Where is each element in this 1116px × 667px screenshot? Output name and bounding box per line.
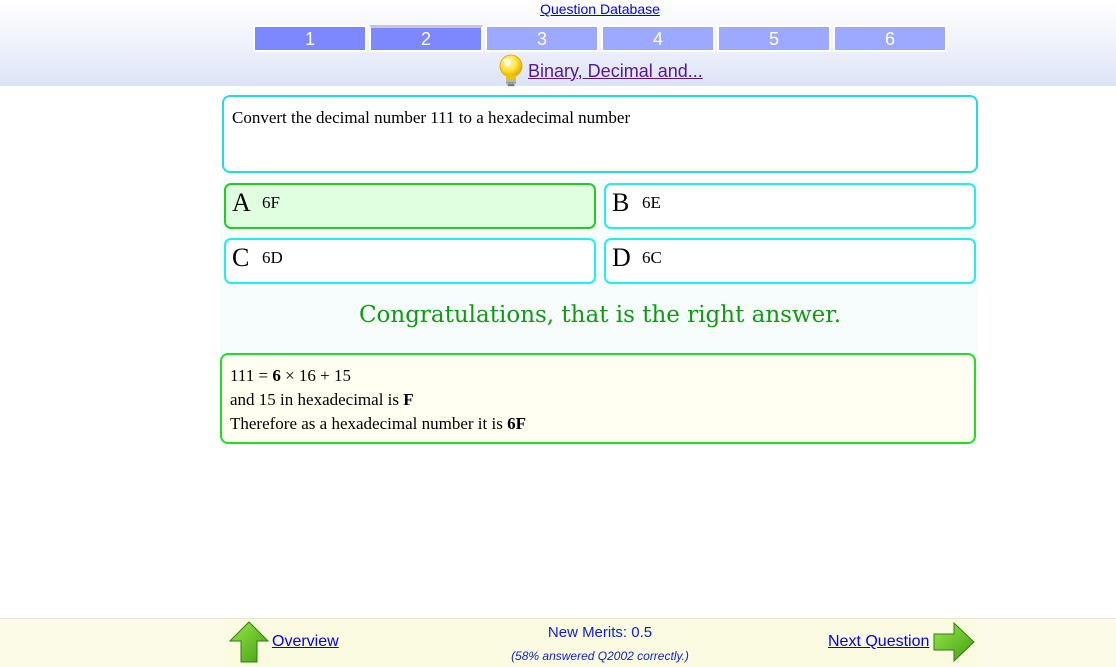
tab-6[interactable]: 6 bbox=[833, 25, 947, 52]
question-text: Convert the decimal number 111 to a hexa… bbox=[222, 95, 978, 173]
lightbulb-icon bbox=[499, 54, 523, 87]
explanation-line: and 15 in hexadecimal is F bbox=[230, 388, 966, 412]
explanation-text: Therefore as a hexadecimal number it is bbox=[230, 414, 508, 433]
explanation-line: 111 = 6 × 16 + 15 bbox=[230, 364, 966, 388]
explanation-box: 111 = 6 × 16 + 15 and 15 in hexadecimal … bbox=[220, 353, 976, 444]
explanation-text: 111 = bbox=[230, 366, 273, 385]
header: Question Database 1 2 3 4 5 6 Binary, De… bbox=[0, 0, 1116, 88]
answer-value: 6E bbox=[642, 193, 661, 212]
explanation-line: Therefore as a hexadecimal number it is … bbox=[230, 412, 966, 436]
answer-letter: B bbox=[612, 188, 630, 217]
answer-a[interactable]: A 6F bbox=[224, 183, 596, 229]
footer: Overview New Merits: 0.5 (58% answered Q… bbox=[0, 618, 1116, 667]
answer-letter: A bbox=[232, 188, 251, 217]
answer-letter: C bbox=[232, 243, 250, 272]
topic-link[interactable]: Binary, Decimal and... bbox=[528, 61, 703, 82]
next-question-link[interactable]: Next Question bbox=[828, 633, 929, 651]
question-database-link[interactable]: Question Database bbox=[0, 1, 1116, 17]
tab-5[interactable]: 5 bbox=[717, 25, 831, 52]
right-arrow-icon[interactable] bbox=[933, 622, 975, 662]
question-tabs: 1 2 3 4 5 6 bbox=[253, 25, 947, 52]
answer-b[interactable]: B 6E bbox=[604, 183, 976, 229]
answer-value: 6F bbox=[262, 193, 280, 212]
answer-letter: D bbox=[612, 243, 631, 272]
tab-4[interactable]: 4 bbox=[601, 25, 715, 52]
answer-grid: A 6F B 6E C 6D D 6C bbox=[220, 179, 978, 373]
explanation-emphasis: 6 bbox=[272, 366, 281, 385]
explanation-emphasis: F bbox=[403, 390, 414, 409]
answer-d[interactable]: D 6C bbox=[604, 238, 976, 284]
explanation-text: and 15 in hexadecimal is bbox=[230, 390, 404, 409]
answer-value: 6D bbox=[262, 248, 283, 267]
tab-3[interactable]: 3 bbox=[485, 25, 599, 52]
explanation-text: × 16 + 15 bbox=[280, 366, 352, 385]
feedback-message: Congratulations, that is the right answe… bbox=[358, 302, 842, 328]
explanation-emphasis: 6F bbox=[507, 414, 526, 433]
answer-value: 6C bbox=[642, 248, 662, 267]
tab-1[interactable]: 1 bbox=[253, 25, 367, 52]
answer-c[interactable]: C 6D bbox=[224, 238, 596, 284]
tab-2[interactable]: 2 bbox=[369, 25, 483, 52]
topic: Binary, Decimal and... bbox=[497, 54, 703, 88]
